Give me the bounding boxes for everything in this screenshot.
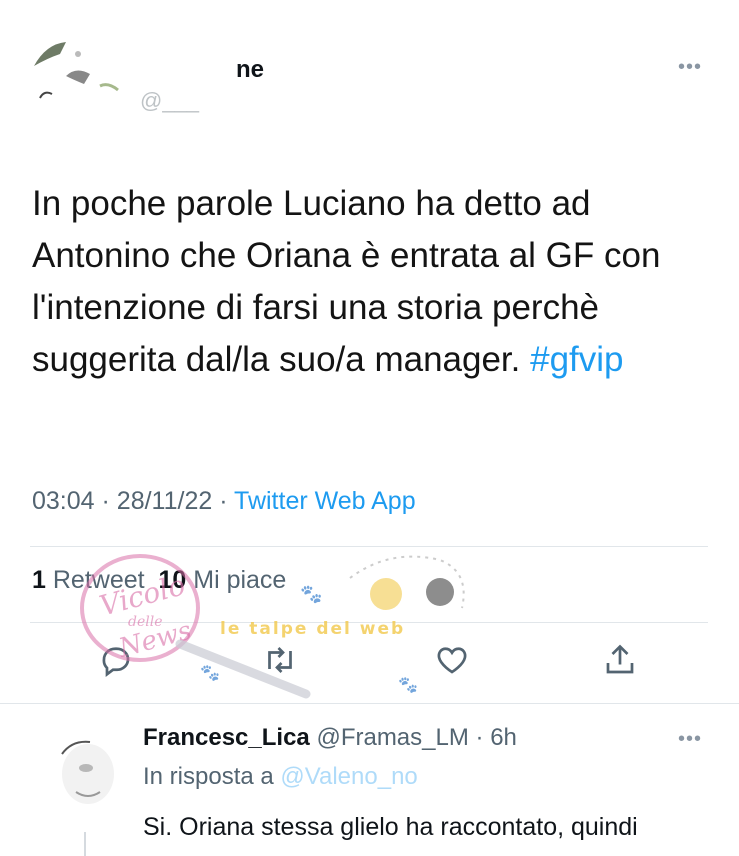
tweet-text: In poche parole Luciano ha detto ad Anto… <box>32 178 712 386</box>
author-handle[interactable]: @___ <box>140 88 199 114</box>
reply-header: Francesc_Lica @Framas_LM · 6h <box>143 724 517 752</box>
retweet-icon <box>268 647 292 673</box>
divider <box>30 546 708 547</box>
tweet-source[interactable]: Twitter Web App <box>234 487 416 515</box>
watermark-character-blonde <box>370 578 402 610</box>
likes-stat[interactable]: 10 Mi piace <box>158 566 286 594</box>
more-horizontal-icon[interactable]: ••• <box>678 728 702 751</box>
divider <box>30 622 708 623</box>
more-horizontal-icon[interactable]: ••• <box>678 56 702 79</box>
retweets-label: Retweet <box>52 566 145 594</box>
likes-count: 10 <box>158 566 187 594</box>
watermark-paw-icon: 🐾 <box>200 665 220 682</box>
share-icon <box>606 644 634 674</box>
reply-time[interactable]: 6h <box>490 724 517 751</box>
watermark-paw-icon: 🐾 <box>300 584 322 604</box>
reply-to-label: In risposta a <box>143 763 274 790</box>
reply-author-name[interactable]: Francesc_Lica <box>143 724 310 751</box>
hashtag-link[interactable]: #gfvip <box>530 340 623 379</box>
reply-separator: · <box>475 724 484 751</box>
meta-separator: · <box>219 487 228 515</box>
watermark-paw-icon: 🐾 <box>398 677 418 694</box>
reply-author-handle[interactable]: @Framas_LM <box>316 724 468 751</box>
author-avatar[interactable] <box>30 36 130 116</box>
reply-icon <box>102 647 130 677</box>
retweets-count: 1 <box>32 566 46 594</box>
author-name[interactable]: ne <box>236 56 264 84</box>
meta-separator: · <box>101 487 110 515</box>
reply-author-avatar[interactable] <box>56 734 116 806</box>
share-button[interactable] <box>602 642 642 682</box>
like-button[interactable] <box>434 642 474 682</box>
tweet-meta: 03:04 · 28/11/22 · Twitter Web App <box>32 487 416 516</box>
tweet-stats: 1 Retweet 10 Mi piace <box>32 566 286 595</box>
likes-label: Mi piace <box>193 566 287 594</box>
watermark-dotted-trail <box>349 555 465 609</box>
thread-line <box>84 832 86 856</box>
tweet-header: ne @___ ••• <box>0 0 739 150</box>
like-icon <box>437 647 467 674</box>
retweets-stat[interactable]: 1 Retweet <box>32 566 145 594</box>
watermark-character-dark <box>426 578 454 606</box>
tweet-time[interactable]: 03:04 <box>32 487 95 515</box>
tweet-date[interactable]: 28/11/22 <box>117 487 212 515</box>
reply-tweet[interactable]: Francesc_Lica @Framas_LM · 6h ••• In ris… <box>0 704 739 856</box>
reply-button[interactable] <box>98 642 138 682</box>
reply-to-mention[interactable]: @Valeno_no <box>280 763 417 790</box>
retweet-button[interactable] <box>262 642 302 682</box>
reply-to-line: In risposta a @Valeno_no <box>143 763 418 791</box>
reply-text: Si. Oriana stessa glielo ha raccontato, … <box>143 813 638 841</box>
